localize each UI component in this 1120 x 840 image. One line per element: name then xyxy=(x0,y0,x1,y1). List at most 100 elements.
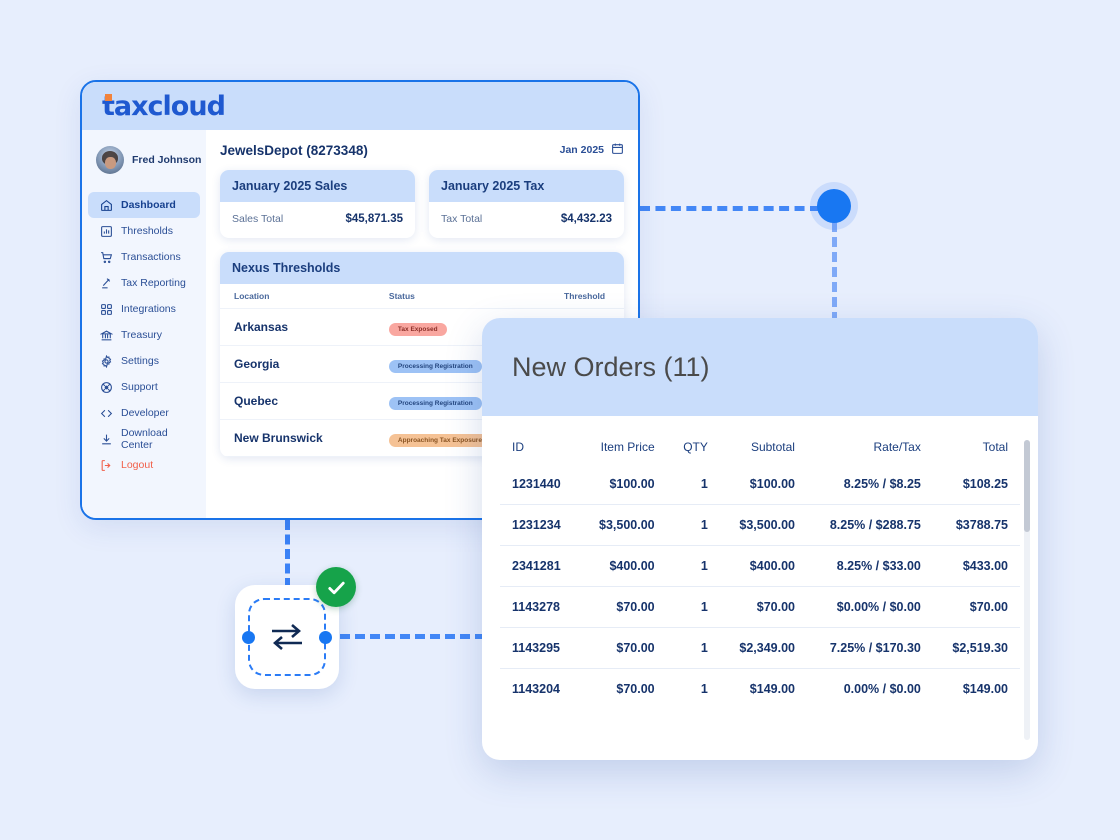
status-badge: Approaching Tax Exposure xyxy=(388,434,491,447)
order-subtotal: $70.00 xyxy=(719,586,807,628)
period-label: Jan 2025 xyxy=(559,144,604,156)
order-item-price: $400.00 xyxy=(579,545,667,587)
connector-dashboard-to-node xyxy=(640,206,820,211)
sidebar-item-dashboard[interactable]: Dashboard xyxy=(88,192,200,218)
calendar-icon xyxy=(611,142,624,158)
order-item-price: $70.00 xyxy=(579,627,667,669)
sidebar-item-label: Settings xyxy=(121,355,159,367)
bank-icon xyxy=(100,329,113,342)
stat-label: Sales Total xyxy=(232,213,284,225)
threshold-location: New Brunswick xyxy=(220,419,375,457)
sidebar-item-thresholds[interactable]: Thresholds xyxy=(88,218,200,244)
sync-handle-right[interactable] xyxy=(319,630,332,644)
sidebar-item-treasury[interactable]: Treasury xyxy=(88,322,200,348)
order-id: 1231234 xyxy=(500,504,580,546)
order-item-price: $70.00 xyxy=(579,586,667,628)
order-subtotal: $400.00 xyxy=(719,545,807,587)
sidebar-item-support[interactable]: Support xyxy=(88,374,200,400)
sidebar-item-integrations[interactable]: Integrations xyxy=(88,296,200,322)
column-header-subtotal: Subtotal xyxy=(750,440,795,454)
check-circle-icon xyxy=(316,567,356,607)
table-header-row: Location Status Threshold xyxy=(220,284,624,309)
order-total: $149.00 xyxy=(962,682,1008,696)
stat-value: $45,871.35 xyxy=(345,213,403,225)
home-icon xyxy=(100,199,113,212)
logout-icon xyxy=(100,459,113,472)
status-badge: Tax Exposed xyxy=(388,323,447,336)
order-subtotal: $100.00 xyxy=(719,464,807,505)
table-row[interactable]: 2341281 $400.00 1 $400.00 8.25% / $33.00… xyxy=(500,545,1020,587)
order-id: 1143278 xyxy=(500,586,580,628)
stat-card-title: January 2025 Sales xyxy=(220,170,415,202)
column-header-qty: QTY xyxy=(683,440,708,454)
sync-node[interactable] xyxy=(235,567,356,689)
flow-node-dot[interactable] xyxy=(817,189,851,223)
sidebar-item-logout[interactable]: Logout xyxy=(88,452,200,478)
sidebar-user[interactable]: Fred Johnson xyxy=(82,142,206,178)
table-row[interactable]: 1143278 $70.00 1 $70.00 $0.00% / $0.00 $… xyxy=(500,586,1020,628)
stat-card-sales: January 2025 Sales Sales Total $45,871.3… xyxy=(220,170,415,238)
table-row[interactable]: 1231440 $100.00 1 $100.00 8.25% / $8.25 … xyxy=(500,464,1020,505)
order-id: 1143204 xyxy=(512,682,560,696)
sidebar-item-download-center[interactable]: Download Center xyxy=(88,426,200,452)
order-subtotal: $2,349.00 xyxy=(719,627,807,669)
order-qty: 1 xyxy=(666,464,720,505)
new-orders-header: New Orders (11) xyxy=(482,318,1038,416)
threshold-location: Arkansas xyxy=(220,308,375,346)
scrollbar-thumb[interactable] xyxy=(1024,440,1030,532)
connector-sync-to-orders xyxy=(340,634,500,639)
sidebar-item-label: Integrations xyxy=(121,303,176,315)
order-item-price: $70.00 xyxy=(616,682,655,696)
sidebar-item-settings[interactable]: Settings xyxy=(88,348,200,374)
sidebar: Fred Johnson Dashboard Thresholds Transa… xyxy=(82,130,206,518)
order-rate-tax: 8.25% / $33.00 xyxy=(806,545,933,587)
column-header-location: Location xyxy=(220,284,375,309)
order-item-price: $100.00 xyxy=(579,464,667,505)
scrollbar[interactable] xyxy=(1024,440,1030,740)
sidebar-item-transactions[interactable]: Transactions xyxy=(88,244,200,270)
app-topbar: taxcloud xyxy=(82,82,638,130)
sidebar-item-label: Developer xyxy=(121,407,169,419)
order-total: $433.00 xyxy=(932,545,1020,587)
sidebar-item-developer[interactable]: Developer xyxy=(88,400,200,426)
column-header-item-price: Item Price xyxy=(600,440,655,454)
order-qty: 1 xyxy=(666,545,720,587)
sidebar-nav: Dashboard Thresholds Transactions Tax Re… xyxy=(82,192,206,478)
gear-icon xyxy=(100,354,113,368)
order-rate-tax: 7.25% / $170.30 xyxy=(806,627,933,669)
column-header-threshold: Threshold xyxy=(550,284,624,309)
sidebar-item-label: Logout xyxy=(121,459,154,471)
order-id: 1143295 xyxy=(500,627,580,669)
stat-label: Tax Total xyxy=(441,213,483,225)
code-icon xyxy=(100,407,113,420)
gavel-icon xyxy=(100,277,113,290)
table-row[interactable]: 1143295 $70.00 1 $2,349.00 7.25% / $170.… xyxy=(500,627,1020,669)
order-rate-tax: 8.25% / $8.25 xyxy=(806,464,933,505)
connector-dashboard-to-sync xyxy=(285,520,290,588)
period-selector[interactable]: Jan 2025 xyxy=(560,142,624,158)
stat-value: $4,432.23 xyxy=(560,213,612,225)
sidebar-item-label: Dashboard xyxy=(121,199,176,211)
download-icon xyxy=(100,433,113,446)
column-header-status: Status xyxy=(374,284,550,309)
sidebar-item-tax-reporting[interactable]: Tax Reporting xyxy=(88,270,200,296)
order-total: $70.00 xyxy=(932,586,1020,628)
order-subtotal: $3,500.00 xyxy=(719,504,807,546)
order-total: $3788.75 xyxy=(932,504,1020,546)
table-row[interactable]: 1143204 $70.00 1 $149.00 0.00% / $0.00 $… xyxy=(500,669,1020,710)
sidebar-item-label: Transactions xyxy=(121,251,181,263)
order-qty: 1 xyxy=(666,504,720,546)
stat-card-tax: January 2025 Tax Tax Total $4,432.23 xyxy=(429,170,624,238)
order-rate-tax: $0.00% / $0.00 xyxy=(806,586,933,628)
table-row[interactable]: 1231234 $3,500.00 1 $3,500.00 8.25% / $2… xyxy=(500,504,1020,546)
new-orders-body-rows: 1231440 $100.00 1 $100.00 8.25% / $8.25 … xyxy=(500,464,1020,709)
order-total: $108.25 xyxy=(932,464,1020,505)
order-qty: 1 xyxy=(666,586,720,628)
taxcloud-logo[interactable]: taxcloud xyxy=(102,91,226,122)
chart-bar-icon xyxy=(100,225,113,238)
order-qty: 1 xyxy=(666,627,720,669)
sync-handle-left[interactable] xyxy=(242,630,255,644)
status-badge: Processing Registration xyxy=(388,360,482,373)
order-total: $2,519.30 xyxy=(932,627,1020,669)
sidebar-item-label: Support xyxy=(121,381,158,393)
